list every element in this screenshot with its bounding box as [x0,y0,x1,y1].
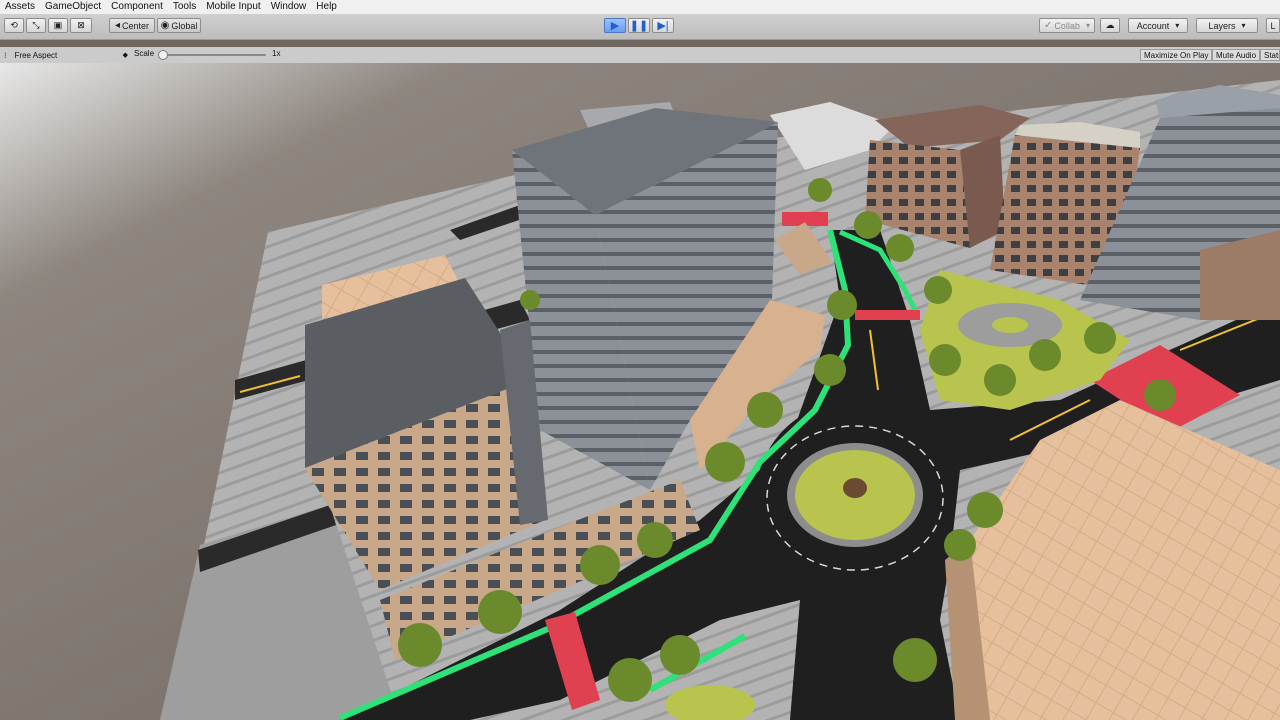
layers-label: Layers [1208,20,1236,31]
refresh-tool-button[interactable]: ⟲ [4,18,24,33]
menu-mobile-input[interactable]: Mobile Input [201,0,265,14]
play-icon: ▶ [610,20,620,32]
check-icon: ✓ [1044,20,1053,31]
maximize-on-play-toggle[interactable]: Maximize On Play [1140,49,1213,61]
menu-assets[interactable]: Assets [0,0,40,14]
pause-button[interactable]: ❚❚ [628,18,650,33]
menu-gameobject[interactable]: GameObject [40,0,106,14]
cloud-icon: ☁ [1105,20,1115,30]
chevron-down-icon: ◆ [122,52,128,59]
scale-value: 1x [272,49,281,58]
crosswalk-red-top [855,310,920,320]
layers-dropdown[interactable]: Layers [1196,18,1258,33]
menu-window[interactable]: Window [266,0,312,14]
account-dropdown[interactable]: Account [1128,18,1188,33]
transform-tool-button[interactable]: ⊠ [70,18,92,33]
aspect-menu-icon: ⁝ [4,50,7,60]
park-path-center [992,317,1028,333]
transform-icon: ⊠ [77,20,85,30]
pause-icon: ❚❚ [629,20,649,32]
aspect-dropdown[interactable]: ⁝ Free Aspect ◆ [4,49,128,61]
pivot-global-label: Global [171,20,198,31]
refresh-icon: ⟲ [10,20,18,30]
account-label: Account [1136,20,1170,31]
maximize-on-play-label: Maximize On Play [1144,51,1209,60]
globe-icon: ◉ [160,20,170,31]
scale-slider-track[interactable] [160,54,266,56]
collab-dropdown[interactable]: ✓ Collab [1039,18,1095,33]
menu-help[interactable]: Help [311,0,342,14]
game-view-viewport[interactable] [0,63,1280,720]
step-icon: ▶| [657,20,669,32]
stats-toggle[interactable]: Stats [1260,49,1280,61]
pivot-center-toggle[interactable]: ◂ Center [109,18,155,33]
menu-tools[interactable]: Tools [168,0,201,14]
layout-label: L [1270,20,1276,31]
roundabout-statue [843,478,867,498]
step-button[interactable]: ▶| [652,18,674,33]
mute-audio-toggle[interactable]: Mute Audio [1212,49,1261,61]
scale-label: Scale [134,49,155,58]
city-scene [0,63,1280,720]
rect-icon: ⤡ [32,20,40,30]
aspect-label: Free Aspect [14,50,58,60]
scale-tool-button[interactable]: ▣ [48,18,68,33]
stats-label: Stats [1264,51,1279,60]
layout-dropdown[interactable]: L [1266,18,1280,33]
main-toolbar: ⟲ ⤡ ▣ ⊠ ◂ Center ◉ Global ▶ ❚❚ ▶| ✓ Coll… [0,14,1280,40]
game-view-toolbar: ⁝ Free Aspect ◆ Scale 1x Maximize On Pla… [0,47,1280,64]
menu-component[interactable]: Component [106,0,168,14]
rect-tool-button[interactable]: ⤡ [26,18,46,33]
scale-slider-thumb[interactable] [158,50,168,60]
pivot-center-label: Center [122,20,150,31]
play-button[interactable]: ▶ [604,18,626,33]
collab-label: Collab [1054,20,1080,31]
pivot-global-toggle[interactable]: ◉ Global [157,18,201,33]
cloud-button[interactable]: ☁ [1100,18,1120,33]
mute-audio-label: Mute Audio [1216,51,1257,60]
scale-icon: ▣ [53,20,63,30]
pivot-icon: ◂ [114,20,120,31]
menu-bar: Assets GameObject Component Tools Mobile… [0,0,1280,14]
